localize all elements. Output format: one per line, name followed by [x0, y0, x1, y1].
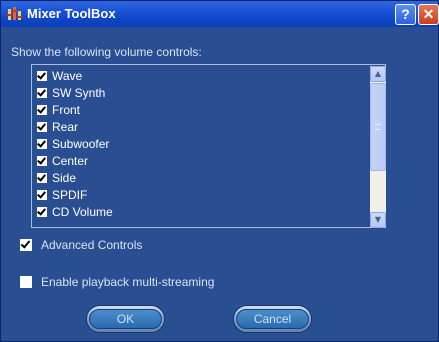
scroll-down-button[interactable]: ▼ — [370, 212, 386, 228]
dialog-client-area: Show the following volume controls: Wave… — [4, 27, 435, 340]
checkbox-side[interactable] — [37, 172, 47, 183]
list-item-label: CD Volume — [52, 204, 113, 219]
list-item-label: Front — [52, 102, 81, 117]
ok-button-label: OK — [89, 309, 162, 329]
scroll-up-button[interactable]: ▲ — [370, 66, 386, 82]
mixer-app-icon — [7, 7, 22, 20]
list-item-label: SW Synth — [52, 85, 106, 100]
list-scrollbar[interactable]: ▲ ▼ — [370, 66, 386, 228]
list-item-subwoofer[interactable]: Subwoofer — [37, 135, 109, 152]
scroll-thumb[interactable] — [370, 83, 386, 171]
chevron-up-icon: ▲ — [374, 69, 382, 78]
advanced-controls-label: Advanced Controls — [41, 238, 143, 252]
list-item-wave[interactable]: Wave — [37, 67, 82, 84]
chevron-down-icon: ▼ — [374, 215, 382, 224]
multistream-label: Enable playback multi-streaming — [41, 275, 215, 289]
list-item-cd-volume[interactable]: CD Volume — [37, 203, 113, 220]
list-item-front[interactable]: Front — [37, 101, 80, 118]
advanced-controls-checkbox[interactable] — [20, 239, 32, 251]
list-item-spdif[interactable]: SPDIF — [37, 186, 87, 203]
volume-controls-heading: Show the following volume controls: — [11, 45, 202, 59]
mixer-toolbox-window: Mixer ToolBox ? ✕ Show the following vol… — [0, 0, 439, 342]
list-item-sw-synth[interactable]: SW Synth — [37, 84, 105, 101]
list-item-center[interactable]: Center — [37, 152, 88, 169]
multistream-checkbox[interactable] — [20, 276, 32, 288]
checkbox-front[interactable] — [37, 104, 47, 115]
ok-button[interactable]: OK — [86, 305, 165, 333]
list-item-side[interactable]: Side — [37, 169, 76, 186]
close-icon: ✕ — [422, 6, 435, 22]
list-item-label: Rear — [52, 119, 79, 134]
checkbox-sw-synth[interactable] — [37, 87, 47, 98]
window-title: Mixer ToolBox — [27, 6, 116, 21]
checkbox-center[interactable] — [37, 155, 47, 166]
list-item-rear[interactable]: Rear — [37, 118, 78, 135]
advanced-controls-option[interactable]: Advanced Controls — [20, 238, 142, 252]
grip-icon — [375, 124, 381, 130]
volume-controls-list[interactable]: Wave SW Synth Front Rear Subwoofer Cente… — [31, 64, 386, 228]
list-item-label: Side — [52, 170, 77, 185]
checkbox-rear[interactable] — [37, 121, 47, 132]
list-item-label: Center — [52, 153, 89, 168]
help-icon: ? — [401, 6, 410, 22]
checkbox-wave[interactable] — [37, 70, 47, 81]
cancel-button-label: Cancel — [236, 309, 309, 329]
list-item-label: SPDIF — [52, 187, 88, 202]
checkbox-subwoofer[interactable] — [37, 138, 47, 149]
checkbox-spdif[interactable] — [37, 189, 47, 200]
cancel-button[interactable]: Cancel — [233, 305, 312, 333]
list-item-label: Wave — [52, 68, 83, 83]
close-button[interactable]: ✕ — [418, 4, 439, 25]
title-bar[interactable]: Mixer ToolBox ? ✕ — [1, 1, 439, 27]
checkbox-cd-volume[interactable] — [37, 206, 47, 217]
help-button[interactable]: ? — [395, 4, 416, 25]
multistream-option[interactable]: Enable playback multi-streaming — [20, 275, 214, 289]
list-item-label: Subwoofer — [52, 136, 110, 151]
